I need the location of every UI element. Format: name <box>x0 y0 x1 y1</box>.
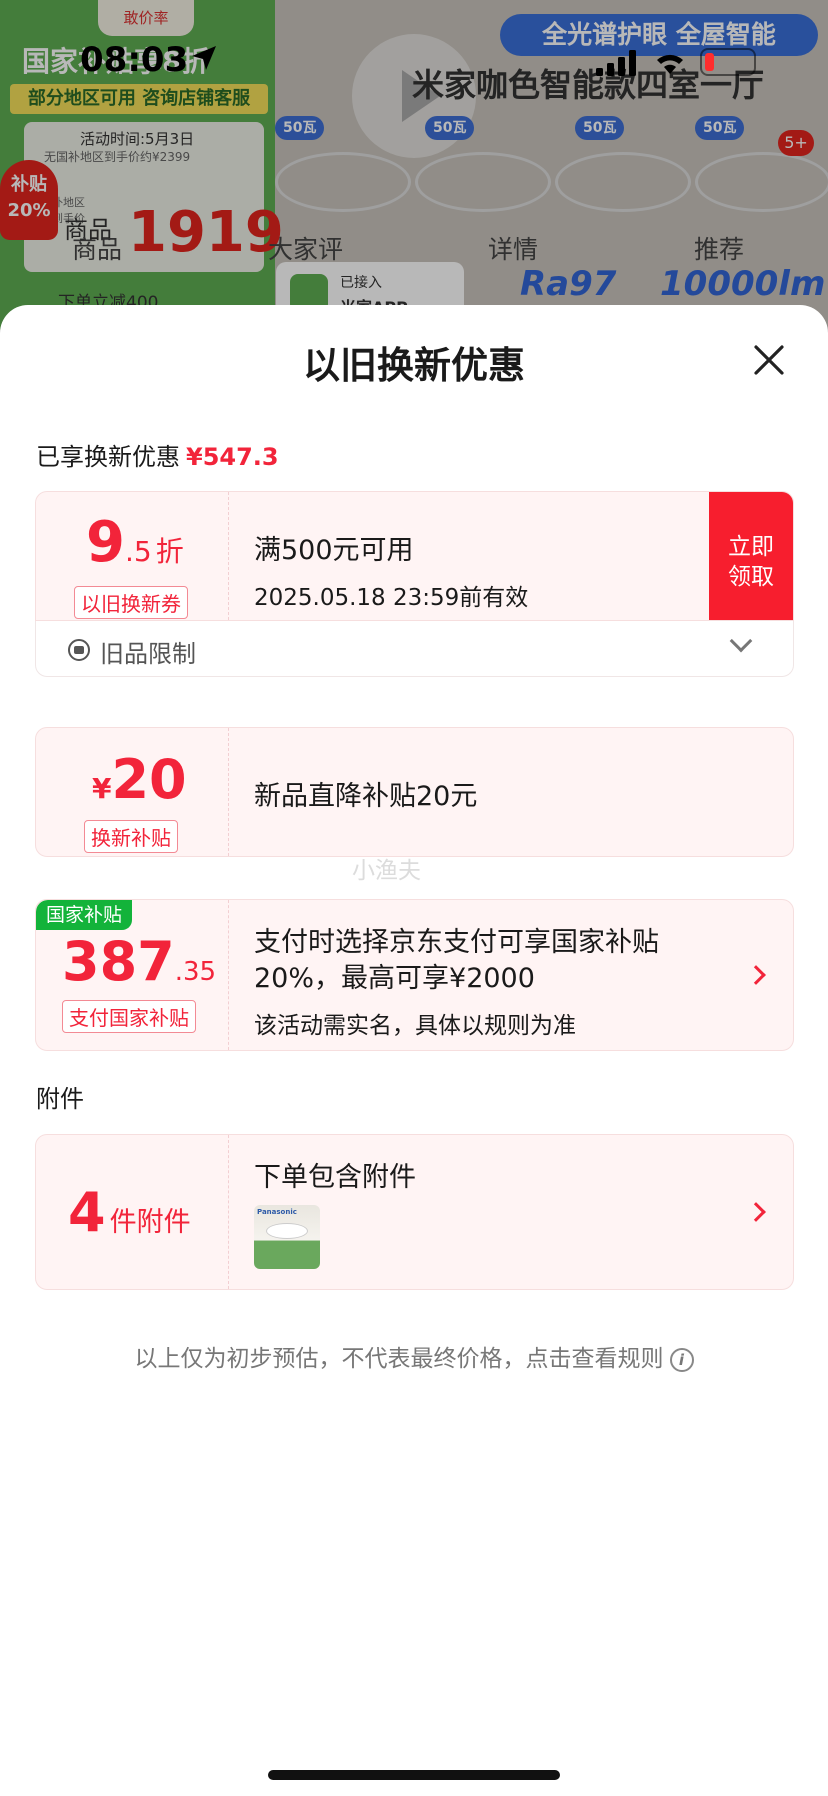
attachments-count-section: 4 件附件 <box>36 1135 229 1289</box>
old-item-limit-label: 旧品限制 <box>100 640 196 668</box>
trade-in-subsidy-card: ¥20 换新补贴 新品直降补贴20元 <box>35 727 794 857</box>
subsidy-desc: 新品直降补贴20元 <box>254 781 478 812</box>
disclaimer-text: 以上仅为初步预估，不代表最终价格，点击查看规则 <box>134 1346 664 1372</box>
national-desc-line2: 20%，最高可享¥2000 <box>254 963 535 994</box>
chevron-right-icon[interactable] <box>746 1202 766 1222</box>
trade-in-sheet: 以旧换新优惠 已享换新优惠 ¥547.3 9.5 折 以旧换新券 满500元可用 2… <box>0 305 828 1796</box>
coupon-discount-unit: 折 <box>155 535 184 568</box>
thumb-brand: Panasonic <box>257 1208 297 1216</box>
attachments-count: 4 件附件 <box>68 1181 191 1244</box>
coupon-tag: 以旧换新券 <box>74 586 188 619</box>
coupon-discount: 9.5 折 <box>86 510 184 575</box>
chevron-down-icon[interactable] <box>729 629 753 653</box>
national-amount: 387.35 <box>62 930 216 993</box>
coupon-discount-dec: .5 <box>124 535 152 568</box>
attachments-desc: 下单包含附件 <box>254 1162 416 1193</box>
enjoyed-amount: ¥547.3 <box>186 443 279 471</box>
sheet-title: 以旧换新优惠 <box>303 344 525 387</box>
lamp-image <box>266 1223 308 1239</box>
status-time: 08:03 <box>80 40 189 80</box>
subsidy-tag: 换新补贴 <box>84 820 178 853</box>
coupon-validity: 2025.05.18 23:59前有效 <box>254 585 529 611</box>
national-subsidy-flag: 国家补贴 <box>36 900 133 930</box>
watermark: 小渔夫 <box>352 858 421 884</box>
enjoyed-discount: 已享换新优惠 ¥547.3 <box>36 437 279 472</box>
cellular-signal-icon <box>596 50 636 76</box>
coupon-discount-int: 9 <box>86 510 125 575</box>
subsidy-amount: ¥20 <box>92 748 187 811</box>
chevron-right-icon[interactable] <box>746 965 766 985</box>
disclaimer[interactable]: 以上仅为初步预估，不代表最终价格，点击查看规则 i <box>0 1339 828 1373</box>
claim-button[interactable]: 立即 领取 <box>709 492 793 620</box>
enjoyed-label: 已享换新优惠 <box>36 443 180 471</box>
attachments-card[interactable]: 4 件附件 下单包含附件 Panasonic <box>35 1134 794 1290</box>
status-bar: 08:03 <box>0 0 828 110</box>
close-icon[interactable] <box>750 341 788 379</box>
wifi-icon <box>657 54 683 74</box>
attachments-unit: 件附件 <box>109 1207 191 1238</box>
national-amount-int: 387 <box>62 930 175 993</box>
subsidy-currency: ¥ <box>92 772 112 805</box>
info-icon[interactable]: i <box>669 1347 694 1372</box>
national-desc-line3: 该活动需实名，具体以规则为准 <box>254 1013 576 1039</box>
attachments-title: 附件 <box>36 1085 84 1113</box>
national-desc-line1: 支付时选择京东支付可享国家补贴 <box>254 927 659 958</box>
national-amount-dec: .35 <box>174 957 217 987</box>
subsidy-amount-value: 20 <box>111 748 187 811</box>
restriction-icon <box>68 639 90 661</box>
location-arrow-icon <box>192 46 216 70</box>
claim-line2: 领取 <box>728 564 774 590</box>
national-subsidy-card[interactable]: 387.35 支付国家补贴 国家补贴 支付时选择京东支付可享国家补贴 20%，最… <box>35 899 794 1051</box>
old-item-limit-row[interactable]: 旧品限制 <box>35 621 794 677</box>
claim-line1: 立即 <box>728 534 774 560</box>
attachment-thumbnail[interactable]: Panasonic <box>254 1205 320 1269</box>
trade-in-coupon-card: 9.5 折 以旧换新券 满500元可用 2025.05.18 23:59前有效 立… <box>35 491 794 621</box>
coupon-condition: 满500元可用 <box>254 535 414 566</box>
subsidy-value-section: ¥20 换新补贴 <box>36 728 229 856</box>
coupon-value-section: 9.5 折 以旧换新券 <box>36 492 229 620</box>
home-indicator <box>268 1770 560 1780</box>
battery-icon <box>700 48 756 76</box>
attachments-count-value: 4 <box>68 1181 106 1244</box>
national-tag: 支付国家补贴 <box>62 1000 196 1033</box>
